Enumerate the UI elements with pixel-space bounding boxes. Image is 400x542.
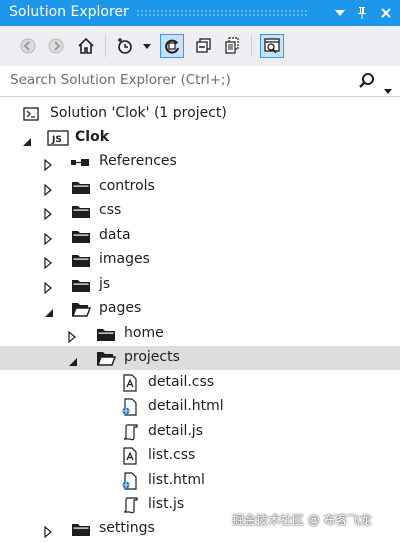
tree-node-label: settings [99,520,155,536]
folder-icon [71,520,93,538]
tree-node-label: js [99,276,111,292]
tree-node-file[interactable]: detail.html [0,395,400,419]
tree-node-folder-selected[interactable]: projects [0,346,400,370]
preview-selected-items-icon[interactable] [260,34,284,58]
css-file-icon [121,374,139,392]
sync-with-active-document-icon[interactable] [160,34,184,58]
tree-node-file[interactable]: list.css [0,444,400,468]
tree-node-label: References [99,153,177,169]
toolbar-separator [251,35,252,57]
tree-node-label: data [99,227,131,243]
toolbar-separator [105,35,106,57]
collapsed-arrow-icon[interactable] [44,205,52,224]
collapsed-arrow-icon[interactable] [44,254,52,273]
folder-icon [71,276,93,294]
tree-node-label: projects [124,349,180,365]
tree-node-label: pages [99,300,142,316]
expanded-arrow-icon[interactable] [44,303,54,322]
filter-dropdown-icon[interactable] [140,34,154,58]
folder-icon [71,202,93,220]
expanded-arrow-icon[interactable] [22,132,32,151]
tree-node-project[interactable]: JS Clok [0,126,400,150]
window-title: Solution Explorer [9,4,129,20]
html-file-icon [121,472,139,490]
html-file-icon [121,398,139,416]
open-folder-icon [96,349,118,367]
tree-node-label: controls [99,178,155,194]
tree-node-label: list.js [148,496,185,512]
forward-icon[interactable] [44,34,68,58]
tree-node-folder[interactable]: pages [0,297,400,321]
show-all-files-icon[interactable] [220,34,244,58]
search-icon[interactable] [358,72,376,94]
collapsed-arrow-icon[interactable] [44,181,52,200]
tree-node-solution[interactable]: Solution 'Clok' (1 project) [0,102,400,126]
tree-node-file[interactable]: detail.js [0,420,400,444]
tree-node-folder[interactable]: controls [0,175,400,199]
tree-node-label: detail.js [148,423,203,439]
tree-node-label: home [124,325,164,341]
collapsed-arrow-icon[interactable] [68,328,76,347]
tree-node-folder[interactable]: home [0,322,400,346]
title-bar: Solution Explorer [0,0,400,26]
home-icon[interactable] [74,34,98,58]
open-folder-icon [71,300,93,318]
tree-node-references[interactable]: References [0,150,400,174]
collapsed-arrow-icon[interactable] [44,279,52,298]
tree-node-folder[interactable]: images [0,248,400,272]
close-icon[interactable] [375,2,397,24]
tree-node-label: Solution 'Clok' (1 project) [50,105,227,121]
watermark: 掘金技术社区 @ 布客飞龙 [232,513,372,527]
tree-node-folder[interactable]: js [0,273,400,297]
js-file-icon [121,496,139,514]
tree-node-label: detail.css [148,374,215,390]
tree-node-folder[interactable]: css [0,199,400,223]
js-file-icon [121,423,139,441]
collapsed-arrow-icon[interactable] [44,523,52,542]
references-icon [70,153,92,171]
tree-node-label: list.html [148,472,205,488]
tree-node-label: css [99,202,122,218]
project-badge: JS [51,135,62,145]
tree-node-label: images [99,251,150,267]
js-project-icon: JS [47,129,69,147]
folder-icon [71,227,93,245]
dropdown-icon[interactable] [329,2,351,24]
search-input[interactable]: Search Solution Explorer (Ctrl+;) [10,72,231,88]
solution-icon [22,105,40,123]
search-bar: Search Solution Explorer (Ctrl+;) [0,66,400,97]
tree-node-label: list.css [148,447,196,463]
tree-node-file[interactable]: detail.css [0,371,400,395]
tree-node-label: detail.html [148,398,224,414]
css-file-icon [121,447,139,465]
toolbar [0,26,400,67]
folder-icon [71,251,93,269]
expanded-arrow-icon[interactable] [68,352,78,371]
search-options-dropdown-icon[interactable] [384,79,392,98]
pending-changes-filter-icon[interactable] [114,34,138,58]
collapse-all-icon[interactable] [192,34,216,58]
folder-icon [96,325,118,343]
tree-node-label: Clok [75,129,110,145]
pin-icon[interactable] [351,2,373,24]
drag-grip[interactable] [136,9,308,16]
collapsed-arrow-icon[interactable] [44,156,52,175]
back-icon[interactable] [16,34,40,58]
solution-tree: Solution 'Clok' (1 project) JS Clok Refe… [0,100,400,541]
collapsed-arrow-icon[interactable] [44,230,52,249]
folder-icon [71,178,93,196]
tree-node-file[interactable]: list.html [0,469,400,493]
tree-node-folder[interactable]: data [0,224,400,248]
